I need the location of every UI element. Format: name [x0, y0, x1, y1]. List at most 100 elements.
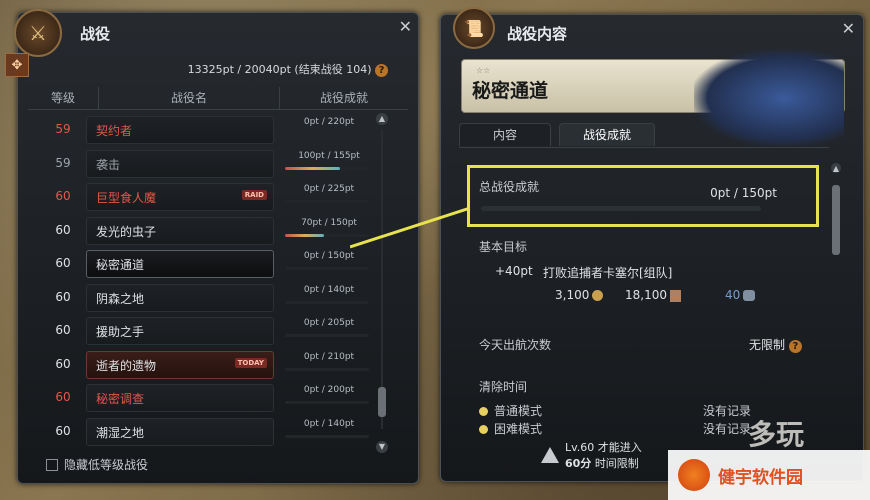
table-row[interactable]: 60 发光的虫子 70pt / 150pt: [28, 216, 378, 246]
table-row[interactable]: 59 契约者 0pt / 220pt: [28, 115, 378, 145]
scroll-thumb[interactable]: [832, 185, 840, 255]
table-header: 等级 战役名 战役成就: [28, 87, 408, 110]
close-icon[interactable]: ✕: [399, 17, 412, 36]
row-name: 阴森之地: [96, 291, 145, 306]
hide-low-level-checkbox[interactable]: [46, 458, 58, 471]
reward-badge-value: 18,100: [625, 288, 667, 302]
hide-low-level-option[interactable]: 隐藏低等级战役: [46, 456, 148, 473]
col-name[interactable]: 战役名: [98, 87, 280, 109]
detail-title: 战役内容: [507, 25, 568, 43]
col-achievement[interactable]: 战役成就: [280, 87, 408, 109]
row-name-cell[interactable]: 巨型食人魔 RAID: [86, 183, 274, 211]
row-level: 60: [55, 423, 71, 438]
detail-scrollbar[interactable]: ▲: [831, 163, 841, 439]
scroll-thumb[interactable]: [378, 387, 386, 417]
watermark-duowan: 多玩: [748, 418, 805, 451]
table-row[interactable]: 60 阴森之地 0pt / 140pt: [28, 283, 378, 313]
row-progress-bar: [285, 300, 369, 304]
campaign-name: 秘密通道: [472, 80, 549, 102]
row-progress-bar: [285, 133, 369, 136]
row-level: 60: [55, 189, 71, 203]
campaign-list-panel: ⚔ ✥ 战役 ✕ 13325pt / 20040pt (结束战役 104) ? …: [5, 9, 419, 484]
row-name-cell[interactable]: 援助之手: [86, 317, 274, 345]
mode-hard: 困难模式: [479, 420, 542, 437]
tab-achievement[interactable]: 战役成就: [559, 123, 655, 146]
table-row[interactable]: 60 秘密通道 0pt / 150pt: [28, 249, 378, 279]
total-achievement-value: 0pt / 150pt: [710, 186, 777, 200]
row-points: 0pt / 225pt: [303, 184, 355, 194]
hard-mode-icon: [479, 425, 488, 434]
watermark-jianyu: 健宇软件园: [668, 450, 870, 500]
row-points: 70pt / 150pt: [301, 217, 357, 228]
reward-gold-value: 3,100: [555, 288, 590, 302]
reward-badge: 18,100: [625, 288, 681, 302]
daily-runs-value: 无限制 ?: [749, 336, 802, 353]
tab-content[interactable]: 内容: [459, 123, 551, 146]
boss-portrait: [694, 50, 844, 146]
row-name-cell[interactable]: 发光的虫子: [86, 216, 274, 245]
scroll-emblem-icon: 📜: [453, 7, 495, 49]
row-name: 秘密通道: [96, 258, 145, 272]
row-progress-bar: [285, 334, 369, 337]
table-row[interactable]: 60 逝者的遗物 TODAY 0pt / 210pt: [28, 350, 378, 380]
row-progress-bar: [285, 367, 369, 371]
row-level: 60: [55, 289, 71, 304]
row-tag: TODAY: [234, 357, 267, 368]
row-name: 巨型食人魔: [96, 191, 157, 205]
col-level[interactable]: 等级: [28, 87, 98, 109]
row-points: 0pt / 210pt: [303, 351, 355, 362]
campaign-banner: ☆☆ 秘密通道: [461, 50, 845, 146]
difficulty-stars: ☆☆: [476, 66, 491, 75]
scroll-track[interactable]: [381, 129, 383, 429]
row-points: 100pt / 155pt: [298, 150, 360, 161]
mode-normal-label: 普通模式: [494, 404, 543, 418]
row-points: 0pt / 140pt: [303, 284, 355, 295]
row-name: 潮湿之地: [96, 425, 145, 440]
gold-icon: [592, 290, 604, 301]
reward-gold: 3,100: [555, 288, 604, 302]
row-level: 60: [55, 222, 71, 237]
row-level: 60: [55, 256, 71, 270]
row-progress-bar: [285, 166, 369, 170]
list-scrollbar[interactable]: ▲ ▼: [376, 113, 388, 453]
wings-icon: [743, 290, 756, 301]
scroll-down-icon[interactable]: ▼: [376, 441, 388, 453]
row-name-cell[interactable]: 潮湿之地: [86, 417, 274, 446]
help-icon[interactable]: ?: [788, 340, 802, 353]
mode-hard-record: 没有记录: [703, 422, 752, 436]
move-handle-icon[interactable]: ✥: [5, 53, 29, 77]
scroll-up-icon[interactable]: ▲: [376, 113, 388, 125]
campaign-emblem-icon: ⚔: [14, 9, 62, 57]
requirement-line1: Lv.60 才能进入: [565, 441, 642, 454]
help-icon[interactable]: ?: [375, 64, 388, 77]
row-name-cell[interactable]: 秘密调查: [86, 384, 274, 412]
row-name-cell[interactable]: 袭击: [86, 149, 274, 178]
basic-goal-label: 基本目标: [479, 240, 528, 254]
close-icon[interactable]: ✕: [842, 19, 855, 38]
table-row[interactable]: 60 巨型食人魔 RAID 0pt / 225pt: [28, 182, 378, 212]
hide-low-level-label: 隐藏低等级战役: [64, 458, 149, 472]
reward-wings: 40: [725, 288, 756, 302]
row-level: 59: [55, 122, 71, 136]
daily-runs-label: 今天出航次数: [479, 338, 552, 352]
requirement-time: 时间限制: [594, 457, 639, 470]
row-name-cell[interactable]: 秘密通道: [86, 250, 274, 278]
goal-text: 打败追捕者卡塞尔[组队]: [543, 266, 673, 280]
normal-mode-icon: [479, 407, 488, 416]
table-row[interactable]: 60 秘密调查 0pt / 200pt: [28, 383, 378, 413]
table-row[interactable]: 60 潮湿之地 0pt / 140pt: [28, 417, 378, 447]
panel-title: 战役: [80, 25, 111, 43]
mode-normal: 普通模式: [479, 402, 542, 419]
row-name: 发光的虫子: [96, 224, 157, 239]
row-level: 59: [55, 155, 71, 170]
requirement-line2: 60分 时间限制: [565, 455, 642, 471]
total-achievement-bar: [481, 206, 761, 211]
row-progress-fill: [285, 233, 325, 237]
row-name-cell[interactable]: 阴森之地: [86, 283, 274, 312]
scroll-up-icon[interactable]: ▲: [831, 163, 841, 173]
row-name-cell[interactable]: 逝者的遗物 TODAY: [86, 350, 274, 379]
table-row[interactable]: 59 袭击 100pt / 155pt: [28, 149, 378, 179]
row-name-cell[interactable]: 契约者: [86, 116, 274, 144]
row-name: 袭击: [96, 157, 121, 172]
table-row[interactable]: 60 援助之手 0pt / 205pt: [28, 316, 378, 346]
